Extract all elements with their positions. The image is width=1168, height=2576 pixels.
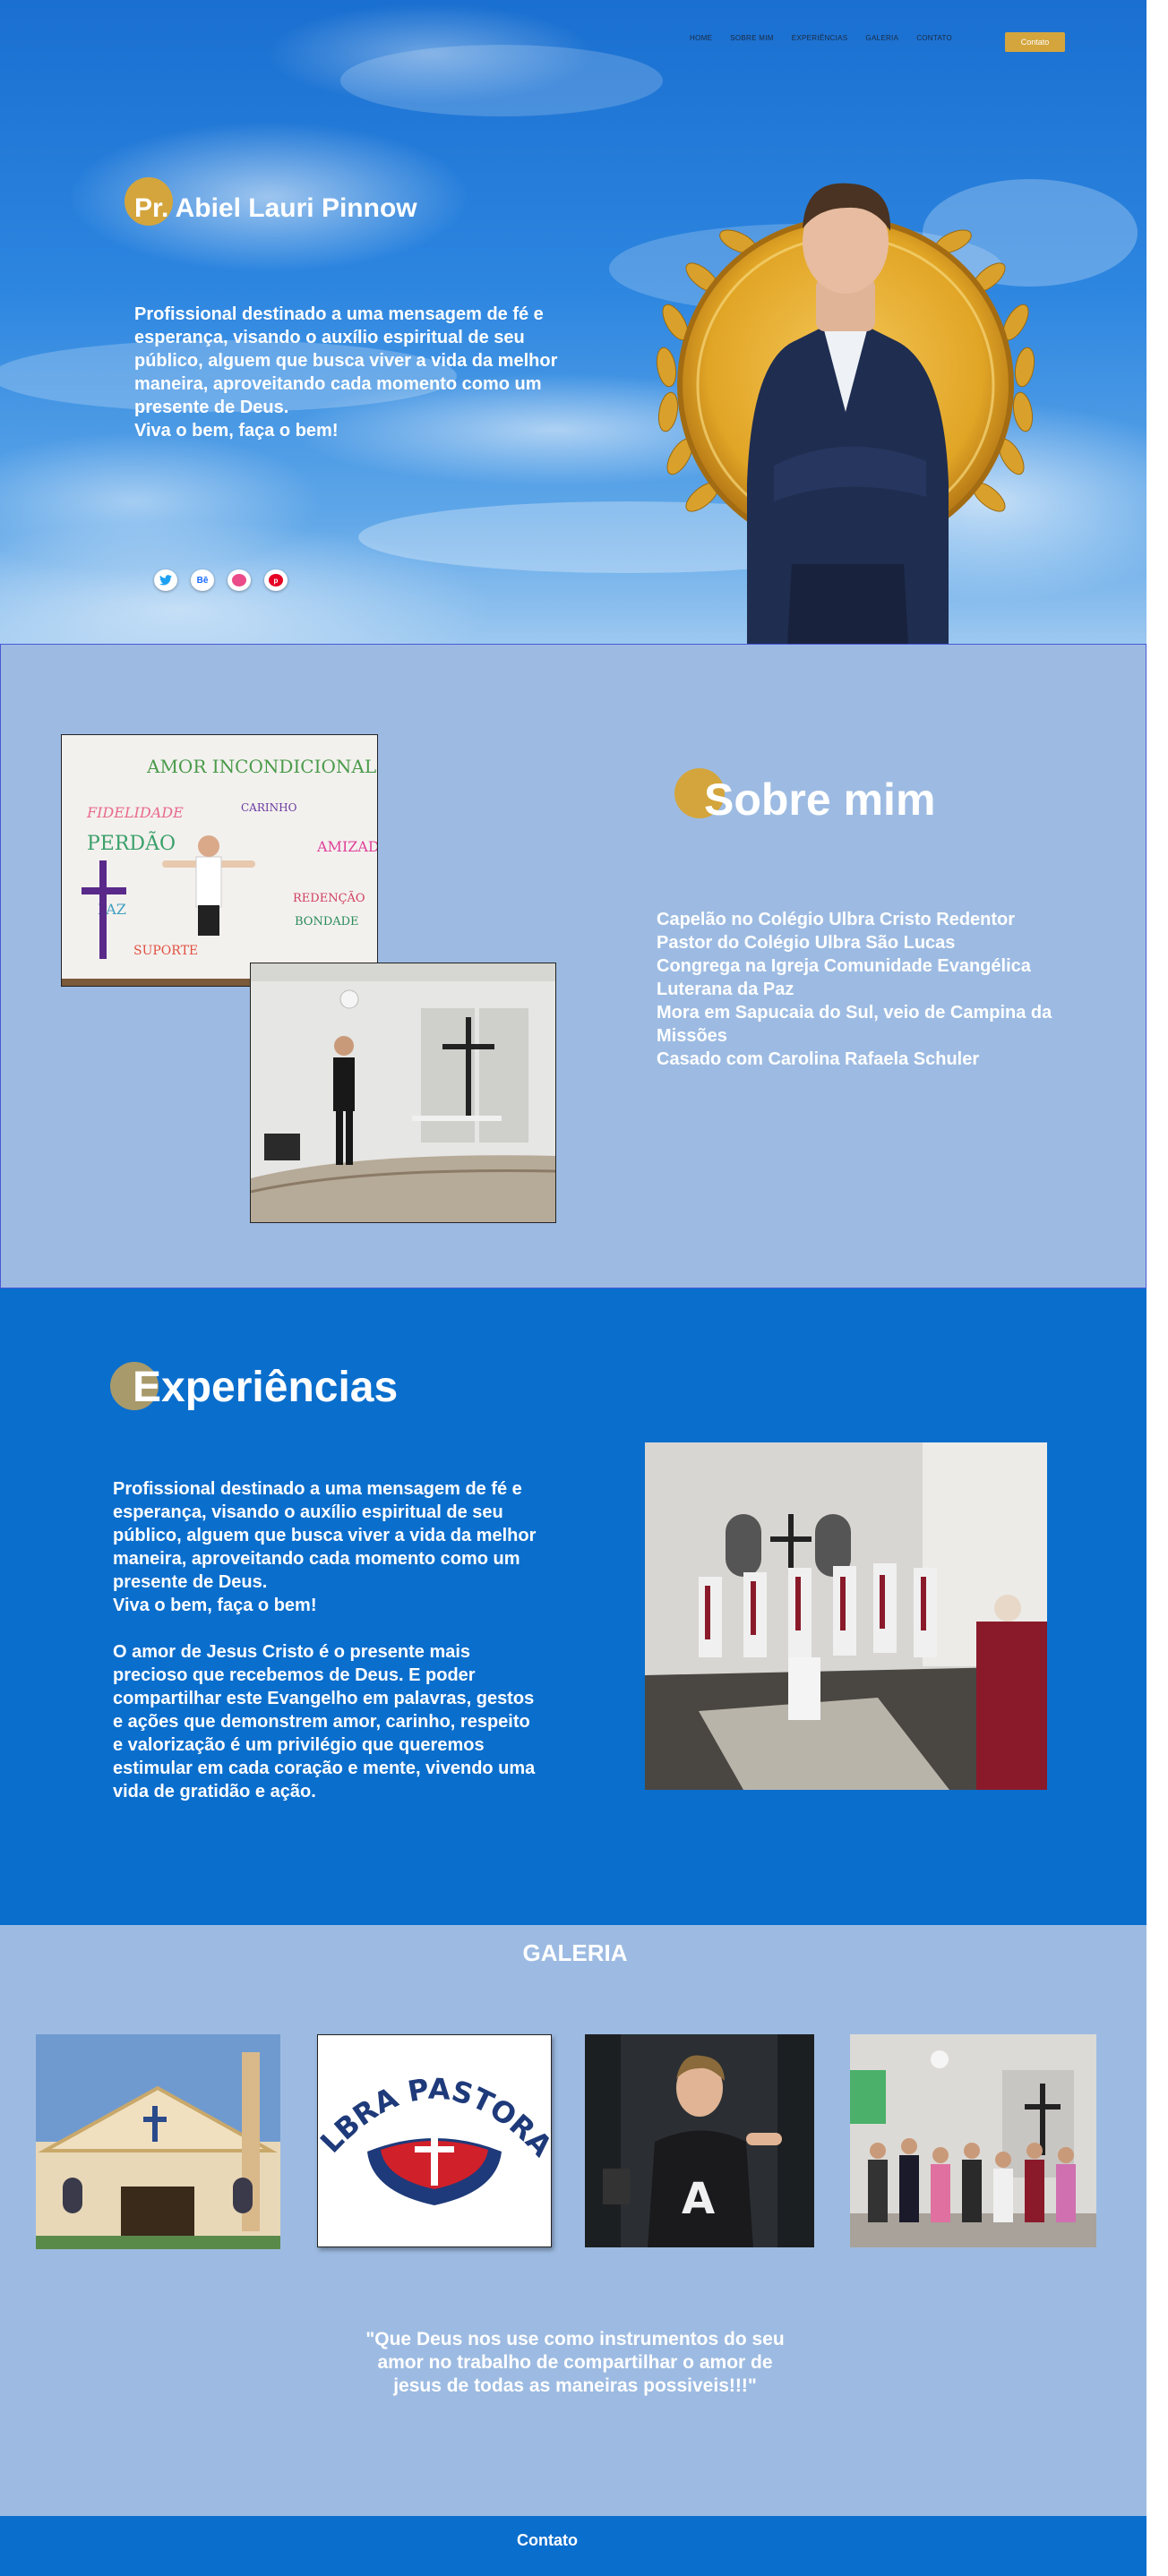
mural-word: SUPORTE — [133, 944, 198, 958]
hero-section: HOME SOBRE MIM EXPERIÊNCIAS GALERIA CONT… — [0, 0, 1147, 644]
list-item: Pastor do Colégio Ulbra São Lucas — [657, 933, 956, 953]
list-item: Mora em Sapucaia do Sul, veio de Campina… — [657, 1003, 1052, 1046]
experiencias-photo — [645, 1442, 1047, 1790]
pinterest-icon[interactable]: p — [264, 569, 288, 591]
sobre-list: Capelão no Colégio Ulbra Cristo Redentor… — [657, 908, 1095, 1071]
gallery-photo-church[interactable] — [36, 2034, 280, 2249]
sobre-photo-mural: AMOR INCONDICIONAL FIDELIDADE PERDÃO CAR… — [61, 734, 378, 987]
galeria-quote: "Que Deus nos use como instrumentos do s… — [365, 2329, 785, 2396]
experiencias-description: Profissional destinado a uma mensagem de… — [113, 1479, 537, 1801]
galeria-title: GALERIA — [522, 1939, 628, 1966]
dribbble-icon[interactable] — [228, 569, 251, 591]
mural-word: AMIZADE — [316, 838, 378, 855]
footer: Contato — [0, 2516, 1147, 2576]
sobre-title: Sobre mim — [704, 775, 936, 825]
hero-portrait — [656, 183, 1035, 644]
nav-link-galeria[interactable]: GALERIA — [865, 34, 898, 42]
contact-button[interactable]: Contato — [1005, 32, 1065, 52]
svg-text:A: A — [682, 2174, 715, 2224]
twitter-icon[interactable] — [154, 569, 177, 591]
mural-word: AMOR INCONDICIONAL — [146, 756, 376, 777]
mural-word: FIDELIDADE — [86, 804, 184, 821]
gallery-photo-logo[interactable]: ULBRA PASTORAL — [317, 2034, 552, 2247]
nav-link-sobre-mim[interactable]: SOBRE MIM — [730, 34, 773, 42]
behance-icon[interactable]: Bē — [191, 569, 214, 591]
mural-word: BONDADE — [295, 915, 359, 929]
mural-word: CARINHO — [241, 801, 297, 814]
mural-word: REDENÇÃO — [293, 891, 365, 905]
social-links: Bē p — [154, 569, 288, 591]
nav-link-home[interactable]: HOME — [690, 34, 712, 42]
gallery-photo-pastor[interactable]: A — [585, 2034, 814, 2247]
hero-title: Pr. Abiel Lauri Pinnow — [134, 193, 417, 223]
experiencias-title: Experiências — [133, 1364, 399, 1411]
nav-link-experiencias[interactable]: EXPERIÊNCIAS — [792, 34, 848, 42]
list-item: Casado com Carolina Rafaela Schuler — [657, 1049, 980, 1069]
footer-contact-link[interactable]: Contato — [0, 2531, 1095, 2550]
hero-description: Profissional destinado a uma mensagem de… — [134, 304, 558, 441]
main-nav: HOME SOBRE MIM EXPERIÊNCIAS GALERIA CONT… — [690, 34, 952, 42]
list-item: Congrega na Igreja Comunidade Evangélica… — [657, 956, 1031, 999]
sobre-photo-chapel — [250, 963, 556, 1223]
nav-link-contato[interactable]: CONTATO — [916, 34, 952, 42]
list-item: Capelão no Colégio Ulbra Cristo Redentor — [657, 910, 1016, 929]
gallery-photo-group[interactable] — [850, 2034, 1096, 2247]
mural-word: PERDÃO — [87, 830, 176, 855]
